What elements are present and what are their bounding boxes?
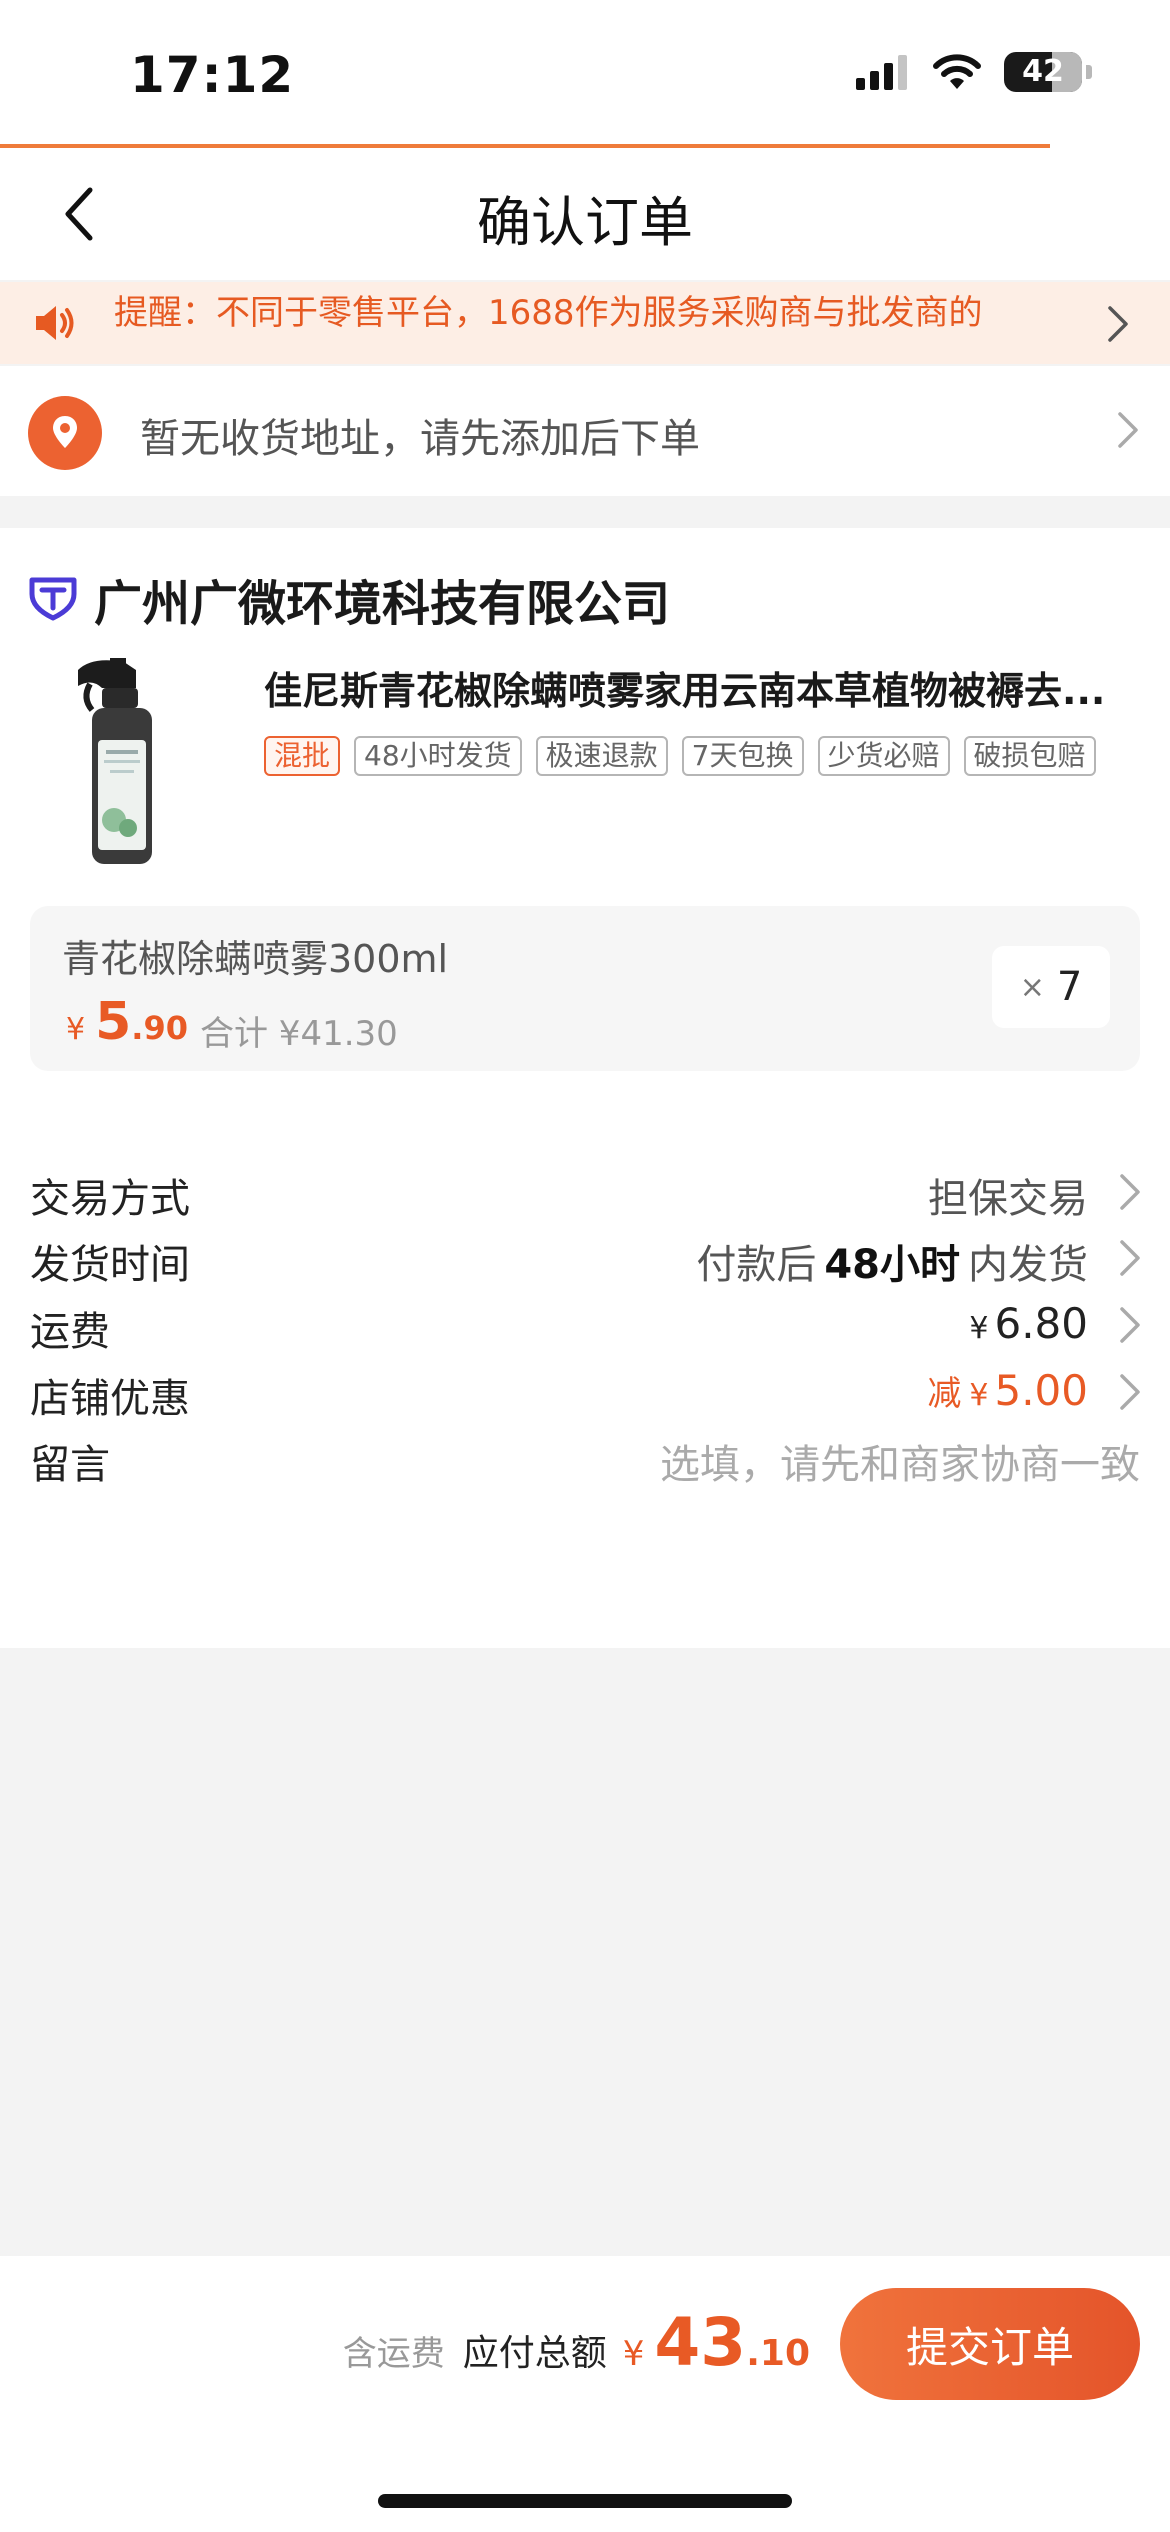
location-pin-icon: [28, 396, 102, 470]
product-image[interactable]: [62, 658, 202, 868]
status-time: 17:12: [130, 46, 295, 104]
chevron-right-icon: [1118, 412, 1138, 448]
tag-badge: 少货必赔: [817, 736, 950, 776]
shop-name: 广州广微环境科技有限公司: [94, 576, 671, 632]
battery-icon: 42: [1004, 52, 1082, 92]
battery-level: 42: [1022, 54, 1064, 89]
address-placeholder: 暂无收货地址，请先添加后下单: [140, 416, 700, 462]
notice-bar[interactable]: 提醒：不同于零售平台，1688作为服务采购商与批发商的: [0, 282, 1170, 364]
tag-badge: 7天包换: [681, 736, 804, 776]
shop-badge-icon: [29, 577, 77, 621]
sku-price: ¥ 5 .90: [66, 992, 188, 1052]
chevron-right-icon: [1120, 1240, 1140, 1276]
message-row[interactable]: 留言 选填，请先和商家协商一致: [0, 1406, 1170, 1506]
speaker-icon: [36, 306, 74, 340]
submit-order-button[interactable]: 提交订单: [840, 2288, 1140, 2400]
notice-text: 提醒：不同于零售平台，1688作为服务采购商与批发商的: [114, 293, 983, 333]
signal-icon: [856, 55, 907, 90]
wifi-icon: [933, 54, 981, 89]
quantity-stepper[interactable]: × 7: [992, 946, 1110, 1028]
bottom-bar: 含运费 应付总额 ¥ 43 .10 提交订单: [0, 2256, 1170, 2532]
status-icons: 42: [854, 52, 1092, 92]
order-card: 广州广微环境科技有限公司 佳尼斯青花椒除螨喷雾家用云南本草植物被褥去... 混批…: [0, 528, 1170, 1648]
total-area: 含运费 应付总额 ¥ 43 .10: [343, 2304, 810, 2381]
status-bar: 17:12 42: [0, 0, 1170, 150]
chevron-right-icon: [1120, 1307, 1140, 1343]
multiply-sign: ×: [1019, 969, 1045, 1005]
nav-bar: 确认订单: [0, 148, 1170, 280]
page-title: 确认订单: [477, 191, 693, 254]
address-row[interactable]: 暂无收货地址，请先添加后下单: [0, 366, 1170, 496]
sku-name: 青花椒除螨喷雾300ml: [62, 937, 449, 981]
tag-badge: 48小时发货: [354, 736, 522, 776]
total-decimal: .10: [746, 2333, 810, 2374]
includes-shipping-note: 含运费: [342, 2334, 445, 2374]
price-decimal: .90: [131, 1009, 188, 1047]
sku-box: 青花椒除螨喷雾300ml ¥ 5 .90 合计 ¥41.30 × 7: [30, 906, 1140, 1071]
message-input[interactable]: 选填，请先和商家协商一致: [660, 1432, 1140, 1490]
product-tags: 混批 48小时发货 极速退款 7天包换 少货必赔 破损包赔: [264, 736, 1096, 776]
total-integer: 43: [654, 2304, 747, 2381]
tag-badge: 混批: [264, 736, 341, 776]
battery-tip: [1086, 65, 1092, 79]
chevron-right-icon: [1108, 306, 1128, 342]
quantity-value: 7: [1056, 964, 1083, 1010]
tag-badge: 极速退款: [535, 736, 668, 776]
shop-header[interactable]: 广州广微环境科技有限公司: [28, 564, 670, 634]
home-indicator[interactable]: [378, 2494, 792, 2508]
price-symbol: ¥: [66, 1012, 86, 1047]
sku-subtotal: 合计 ¥41.30: [200, 1014, 398, 1054]
price-integer: 5: [95, 992, 132, 1052]
product-title[interactable]: 佳尼斯青花椒除螨喷雾家用云南本草植物被褥去...: [264, 660, 1144, 715]
tag-badge: 破损包赔: [963, 736, 1096, 776]
total-label: 应付总额: [462, 2333, 607, 2374]
back-button[interactable]: [40, 174, 120, 254]
row-label: 留言: [30, 1442, 110, 1488]
currency-symbol: ¥: [622, 2334, 645, 2374]
chevron-left-icon: [65, 187, 93, 241]
